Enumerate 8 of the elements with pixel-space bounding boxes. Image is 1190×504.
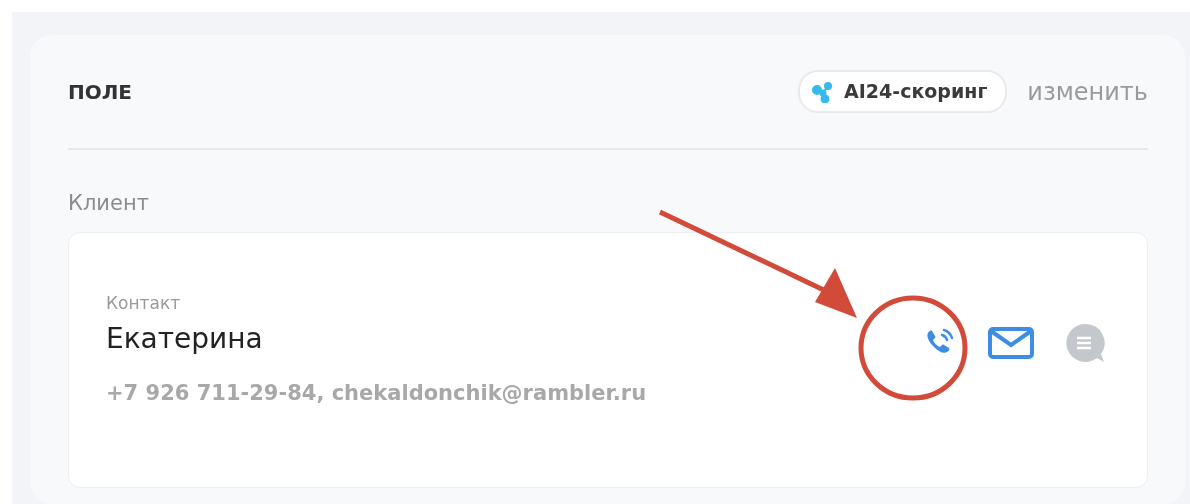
section-label: Клиент [68,190,150,217]
network-icon [812,80,835,103]
scoring-chip[interactable]: AI24-скоринг [798,70,1008,113]
contact-name: Екатерина [106,321,264,357]
contact-details: +7 926 711-29-84, chekaldonchik@rambler.ru [106,380,647,407]
mail-icon[interactable] [987,325,1035,360]
contact-label: Контакт [106,291,182,315]
section-title: ПОЛЕ [68,78,132,106]
